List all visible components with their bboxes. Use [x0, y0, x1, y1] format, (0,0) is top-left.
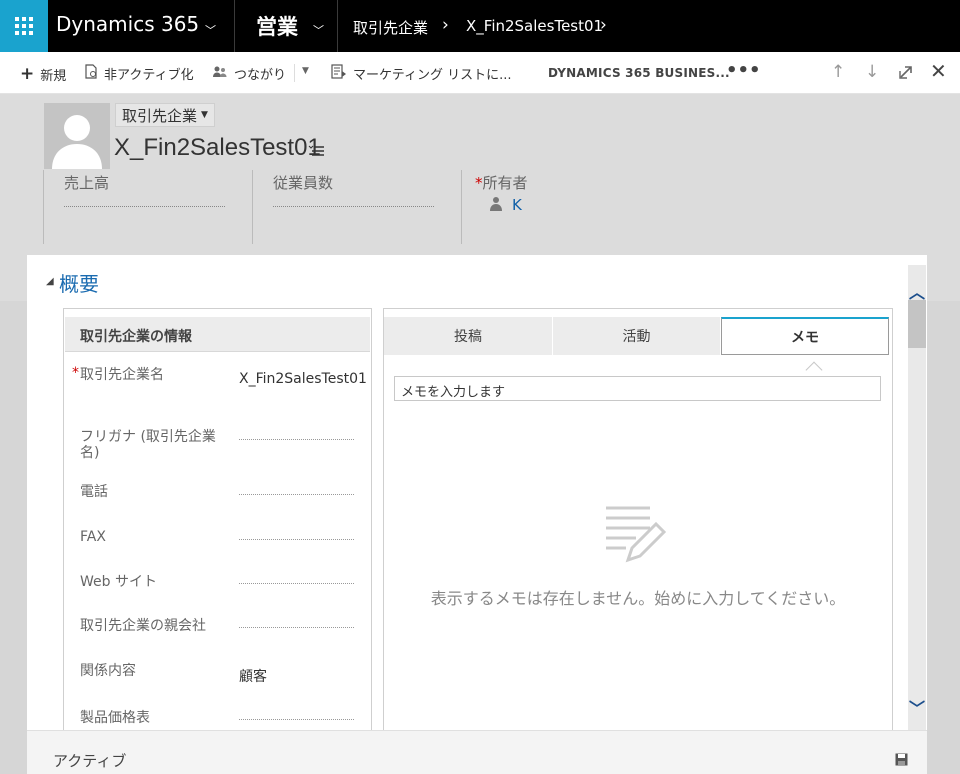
top-nav-bar: Dynamics 365 ﹀ 営業 ﹀ 取引先企業 › X_Fin2SalesT… — [0, 0, 960, 52]
section-title[interactable]: 概要 — [59, 268, 99, 297]
dynamics-business-button[interactable]: DYNAMICS 365 BUSINES... — [548, 66, 730, 80]
note-pencil-icon — [602, 504, 667, 568]
info-panel-header: 取引先企業の情報 — [65, 317, 370, 352]
tab-notes[interactable]: メモ — [721, 317, 889, 355]
empty-notes-message: 表示するメモは存在しません。始めに入力してください。 — [430, 589, 846, 608]
note-input[interactable]: メモを入力します — [394, 376, 881, 401]
module-chevron-down-icon[interactable]: ﹀ — [313, 22, 324, 38]
save-icon[interactable] — [895, 751, 908, 766]
account-name-value[interactable]: X_Fin2SalesTest01 — [239, 371, 367, 387]
popout-icon[interactable] — [899, 64, 913, 84]
status-bar: アクティブ — [27, 730, 927, 774]
scroll-down-icon[interactable]: ﹀ — [909, 695, 925, 719]
app-launcher-button[interactable] — [0, 0, 48, 52]
account-avatar-icon[interactable] — [44, 103, 110, 169]
form-body: ◢ 概要 ︿ ﹀ 取引先企業の情報 * 取引先企業名 X_Fin2SalesTes… — [27, 255, 927, 730]
module-name[interactable]: 営業 — [256, 11, 298, 41]
plus-icon: + — [20, 64, 35, 84]
breadcrumb-record[interactable]: X_Fin2SalesTest01 — [466, 17, 603, 35]
account-info-panel: 取引先企業の情報 * 取引先企業名 X_Fin2SalesTest01 フリガナ … — [63, 308, 372, 730]
chevron-down-icon[interactable]: ﹀ — [205, 22, 216, 38]
connection-icon — [212, 65, 228, 83]
previous-record-arrow-icon[interactable]: ↑ — [831, 62, 845, 82]
entity-type-selector[interactable]: 取引先企業 ▼ — [115, 103, 215, 127]
breadcrumb-chevron-icon[interactable]: › — [600, 15, 607, 35]
command-bar: + 新規 非アクティブ化 つながり ▼ マーケティング リストに... DYNA… — [0, 52, 960, 94]
breadcrumb-entity[interactable]: 取引先企業 — [353, 17, 428, 38]
collapse-triangle-icon[interactable]: ◢ — [46, 276, 54, 287]
owner-field[interactable]: *所有者 K — [461, 170, 528, 244]
waffle-icon — [15, 17, 33, 35]
new-button[interactable]: + 新規 — [20, 64, 66, 84]
user-icon — [489, 196, 503, 212]
marketing-list-icon — [331, 64, 347, 83]
connect-button[interactable]: つながり — [212, 64, 286, 83]
brand-title[interactable]: Dynamics 365 — [56, 12, 199, 36]
scroll-up-icon[interactable]: ︿ — [909, 279, 925, 303]
tab-activities[interactable]: 活動 — [553, 317, 721, 355]
connect-dropdown-icon[interactable]: ▼ — [302, 66, 309, 76]
dropdown-triangle-icon: ▼ — [201, 110, 208, 120]
owner-link[interactable]: K — [512, 196, 522, 214]
document-deactivate-icon — [85, 64, 98, 83]
more-commands-icon[interactable]: ••• — [726, 60, 761, 81]
employees-field[interactable]: 従業員数 — [252, 170, 434, 244]
close-icon[interactable]: ✕ — [930, 59, 947, 83]
social-pane: 投稿 活動 メモ メモを入力します 表示するメモは存在しません。始めに入力してく… — [383, 308, 893, 730]
record-status: アクティブ — [53, 752, 127, 770]
revenue-field[interactable]: 売上高 — [43, 170, 225, 244]
relationship-type-value[interactable]: 顧客 — [239, 666, 267, 686]
add-to-marketing-list-button[interactable]: マーケティング リストに... — [331, 64, 512, 83]
record-name: X_Fin2SalesTest01 — [114, 134, 321, 161]
tab-posts[interactable]: 投稿 — [384, 317, 553, 355]
name-menu-icon[interactable] — [308, 142, 324, 161]
deactivate-button[interactable]: 非アクティブ化 — [85, 64, 194, 83]
breadcrumb-chevron-icon: › — [442, 15, 449, 35]
next-record-arrow-icon[interactable]: ↓ — [865, 62, 879, 82]
scrollbar-thumb[interactable] — [908, 300, 926, 348]
